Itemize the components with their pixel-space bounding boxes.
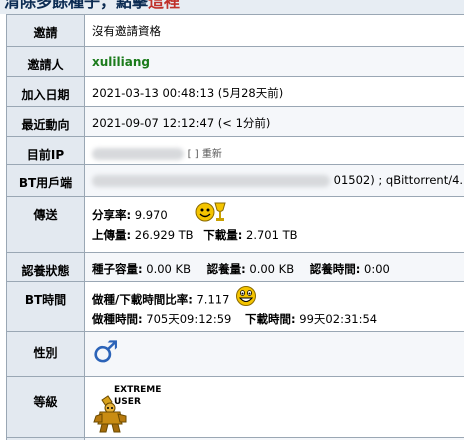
seed-time-value: 705天09:12:59 — [146, 312, 232, 326]
seed-label: 認養狀態 — [6, 252, 85, 282]
bttime-cell: 做種/下載時間比率: 7.117 做種時間: 705天09:12:59 下載時間… — [84, 281, 464, 332]
row-joined: 加入日期 2021-03-13 00:48:13 (5月28天前) — [6, 76, 464, 107]
upload-value: 26.929 TB — [134, 228, 194, 242]
invite-value: 沒有邀請資格 — [84, 14, 464, 47]
top-banner: 清除多餘種子，點擊這裡 — [0, 0, 464, 14]
row-transfer: 傳送 分享率: 9.970 上傳量: 26.929 TB 下載量: 2.701 … — [6, 196, 464, 253]
banner-link[interactable]: 這裡 — [148, 0, 180, 11]
row-inviter: 邀請人 xuliliang — [6, 46, 464, 77]
dl-time-value: 99天02:31:54 — [299, 312, 378, 326]
upload-label: 上傳量: — [92, 228, 132, 242]
row-bttime: BT時間 做種/下載時間比率: 7.117 做種時間: 705天09:12:59… — [6, 281, 464, 332]
row-gender: 性別 ♂ — [6, 331, 464, 377]
inviter-label: 邀請人 — [6, 46, 85, 77]
time-ratio-label: 做種/下載時間比率: — [92, 292, 193, 307]
download-value: 2.701 TB — [246, 228, 298, 242]
inviter-link[interactable]: xuliliang — [92, 55, 150, 69]
ip-redacted — [92, 147, 184, 160]
ip-label: 目前IP — [6, 136, 85, 165]
row-client: BT用戶端 01502) ; qBittorrent/4.1 — [6, 164, 464, 197]
client-redacted — [92, 174, 330, 187]
adopt-label: 認養量: — [206, 262, 246, 276]
client-visible: 01502) ; qBittorrent/4.1 — [333, 173, 464, 187]
ratio-line: 分享率: 9.970 — [92, 199, 464, 225]
bttime-label: BT時間 — [6, 281, 85, 332]
ratio-label: 分享率: — [92, 208, 132, 222]
download-label: 下載量: — [203, 228, 243, 242]
male-icon: ♂ — [92, 335, 119, 370]
gender-label: 性別 — [6, 331, 85, 377]
time-ratio-value: 7.117 — [196, 292, 230, 307]
joined-label: 加入日期 — [6, 76, 85, 107]
user-info-table: 邀請 沒有邀請資格 邀請人 xuliliang 加入日期 2021-03-13 … — [6, 14, 464, 440]
inviter-cell: xuliliang — [84, 46, 464, 77]
class-cell: EXTREME USER — [84, 376, 464, 438]
gender-cell: ♂ — [84, 331, 464, 377]
banner-text: 清除多餘種子，點擊這裡 — [4, 0, 180, 12]
client-label: BT用戶端 — [6, 164, 85, 197]
class-label: 等級 — [6, 376, 85, 438]
seed-size-label: 種子容量: — [92, 262, 143, 276]
recent-label: 最近動向 — [6, 106, 85, 137]
dl-time-label: 下載時間: — [245, 312, 296, 326]
row-ip: 目前IP [ ] 重新 — [6, 136, 464, 165]
adopt-time-label: 認養時間: — [309, 262, 361, 276]
client-cell: 01502) ; qBittorrent/4.1 — [84, 164, 464, 197]
recent-value: 2021-09-07 12:12:47 (< 1分前) — [84, 106, 464, 137]
seed-cell: 種子容量: 0.00 KB 認養量: 0.00 KB 認養時間: 0:00 — [84, 252, 464, 282]
row-seed: 認養狀態 種子容量: 0.00 KB 認養量: 0.00 KB 認養時間: 0:… — [6, 252, 464, 282]
time-ratio-line: 做種/下載時間比率: 7.117 — [92, 285, 464, 309]
row-recent: 最近動向 2021-09-07 12:12:47 (< 1分前) — [6, 106, 464, 137]
invite-label: 邀請 — [6, 14, 85, 47]
class-figure-icon — [93, 395, 127, 433]
seed-size-value: 0.00 KB — [146, 262, 191, 276]
ip-cell: [ ] 重新 — [84, 136, 464, 165]
upload-download-line: 上傳量: 26.929 TB 下載量: 2.701 TB — [92, 225, 464, 245]
row-class: 等級 EXTREME USER — [6, 376, 464, 438]
transfer-cell: 分享率: 9.970 上傳量: 26.929 TB 下載量: 2.701 TB — [84, 196, 464, 253]
joined-value: 2021-03-13 00:48:13 (5月28天前) — [84, 76, 464, 107]
extreme-user-class-icon: EXTREME USER — [92, 384, 212, 436]
adopt-time-value: 0:00 — [364, 262, 390, 276]
ratio-value: 9.970 — [134, 208, 168, 222]
adopt-value: 0.00 KB — [249, 262, 295, 276]
row-invite: 邀請 沒有邀請資格 — [6, 14, 464, 47]
seed-time-label: 做種時間: — [92, 312, 143, 326]
banner-message: 清除多餘種子，點擊 — [4, 0, 149, 11]
transfer-label: 傳送 — [6, 196, 85, 253]
seed-dl-time-line: 做種時間: 705天09:12:59 下載時間: 99天02:31:54 — [92, 309, 464, 329]
ip-visible: [ ] 重新 — [187, 149, 222, 160]
